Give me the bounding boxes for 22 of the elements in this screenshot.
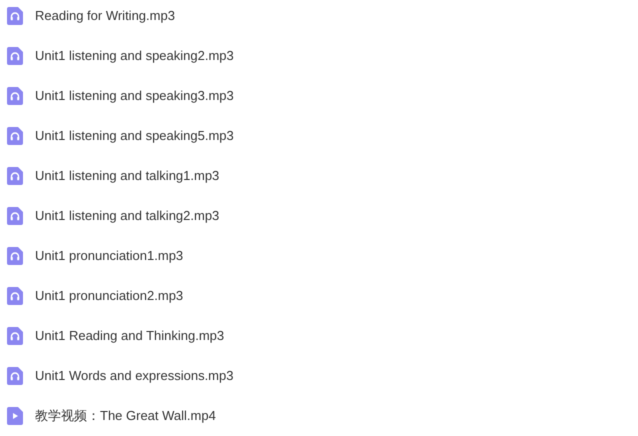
file-name[interactable]: Unit1 listening and speaking2.mp3 [35,46,234,66]
headphones-file-icon [7,127,23,145]
file-name[interactable]: Reading for Writing.mp3 [35,6,175,26]
file-name[interactable]: Unit1 Reading and Thinking.mp3 [35,326,224,346]
file-name[interactable]: Unit1 pronunciation2.mp3 [35,286,184,306]
headphones-file-icon [7,247,23,265]
headphones-file-icon [7,87,23,105]
file-name[interactable]: Unit1 listening and talking1.mp3 [35,166,220,186]
headphones-file-icon [7,47,23,65]
headphones-file-icon [7,367,23,385]
file-name[interactable]: Unit1 listening and speaking5.mp3 [35,126,234,146]
headphones-file-icon [7,207,23,225]
file-name[interactable]: 教学视频：The Great Wall.mp4 [35,406,216,426]
headphones-file-icon [7,287,23,305]
headphones-file-icon [7,327,23,345]
file-name[interactable]: Unit1 Words and expressions.mp3 [35,366,234,386]
file-name[interactable]: Unit1 listening and talking2.mp3 [35,206,220,226]
play-file-icon [7,407,23,425]
file-name[interactable]: Unit1 listening and speaking3.mp3 [35,86,234,106]
file-name[interactable]: Unit1 pronunciation1.mp3 [35,246,184,266]
headphones-file-icon [7,7,23,25]
headphones-file-icon [7,167,23,185]
